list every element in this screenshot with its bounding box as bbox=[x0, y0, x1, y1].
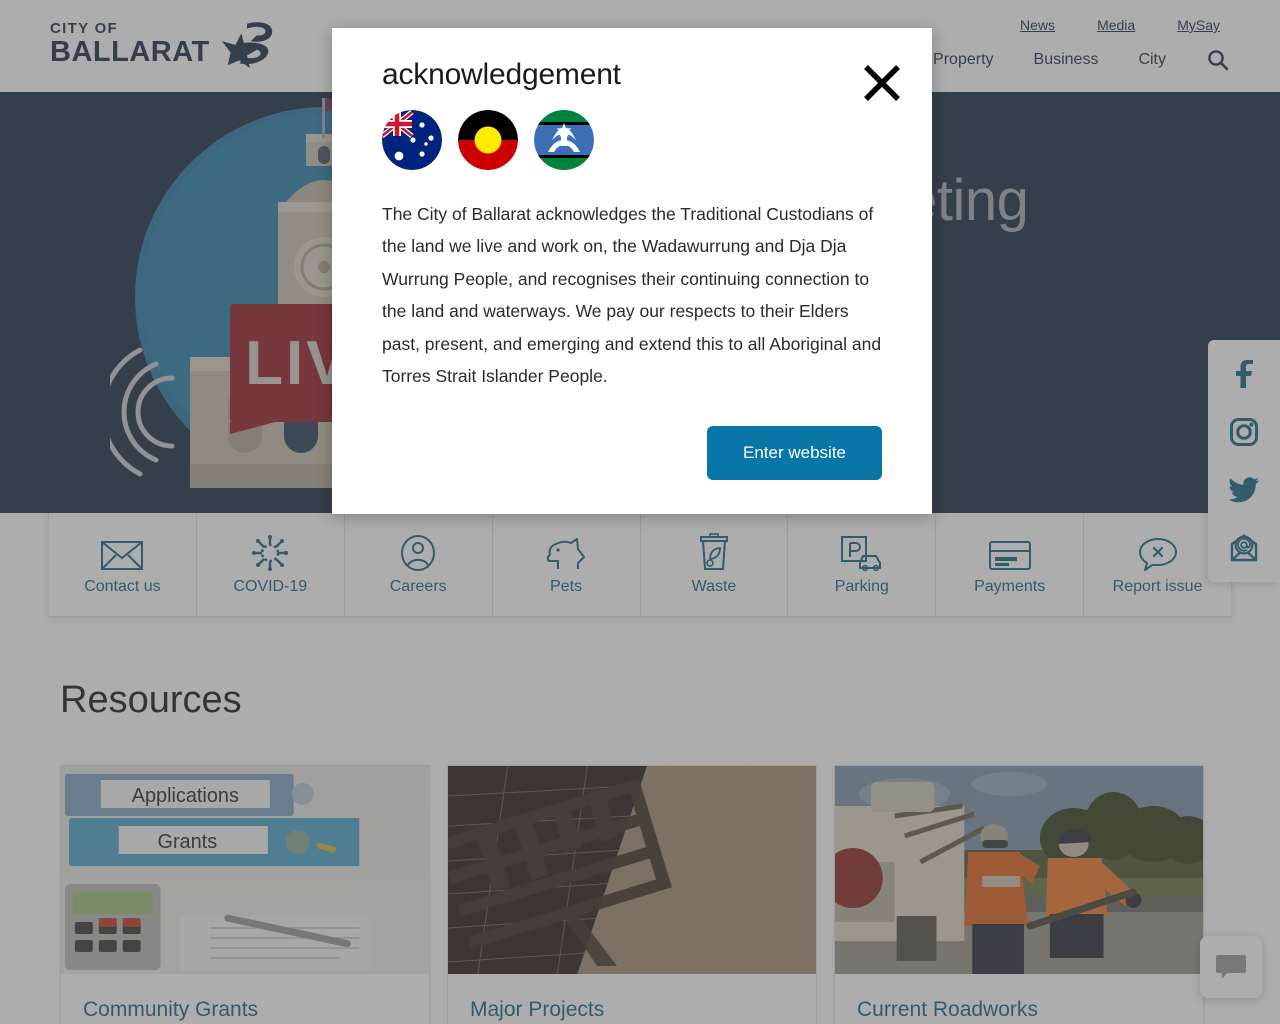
aboriginal-flag-icon bbox=[458, 110, 518, 170]
modal-body-text: The City of Ballarat acknowledges the Tr… bbox=[382, 204, 882, 386]
torres-strait-islander-flag-icon bbox=[534, 110, 594, 170]
modal-title: acknowledgement bbox=[382, 58, 621, 91]
flags-row bbox=[382, 110, 882, 170]
australian-flag-icon bbox=[382, 110, 442, 170]
close-x-icon[interactable] bbox=[859, 60, 905, 106]
modal-actions: Enter website bbox=[382, 426, 882, 481]
acknowledgement-modal: acknowledgement The City of Ballarat ack… bbox=[332, 28, 932, 515]
enter-website-button[interactable]: Enter website bbox=[707, 426, 882, 481]
